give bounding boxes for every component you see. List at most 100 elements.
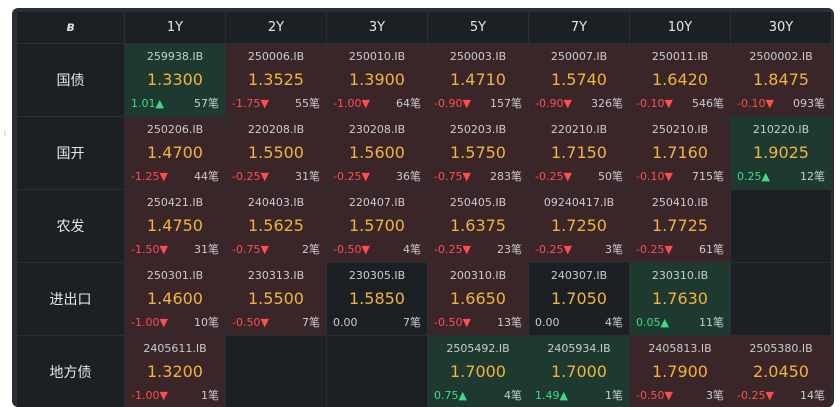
yield-value: 1.7000 [551, 362, 607, 381]
yield-value: 1.6420 [652, 70, 708, 89]
change-bp: -0.10▼ [737, 97, 774, 110]
quote-cell[interactable]: 2505380.IB 2.0450 -0.25▼ 14笔 [730, 335, 832, 407]
quote-footer: -0.75▼ 283笔 [434, 170, 522, 184]
quote-cell[interactable]: 250003.IB 1.4710 -0.90▼ 157笔 [427, 43, 529, 117]
trade-count: 31笔 [295, 170, 320, 183]
bond-code: 230310.IB [651, 269, 709, 282]
table-row: 地方债 2405611.IB 1.3200 -1.00▼ 1笔 2505492.IB 1.7… [16, 335, 832, 407]
change-bp: 0.00 [333, 316, 358, 329]
quote-footer: 0.25▲ 12笔 [737, 170, 825, 184]
quote-cell[interactable]: 259938.IB 1.3300 1.01▲ 57笔 [124, 43, 226, 117]
bond-code: 230305.IB [348, 269, 406, 282]
tenor-header-10y[interactable]: 10Y [629, 11, 731, 44]
quote-footer: -0.10▼ 715笔 [636, 170, 724, 184]
quote-cell[interactable]: 220208.IB 1.5500 -0.25▼ 31笔 [225, 116, 327, 190]
trade-count: 1笔 [605, 389, 623, 402]
quote-cell[interactable]: 250011.IB 1.6420 -0.10▼ 546笔 [629, 43, 731, 117]
trade-count: 326笔 [591, 97, 623, 110]
trade-count: 57笔 [194, 97, 219, 110]
tenor-header-1y[interactable]: 1Y [124, 11, 226, 44]
yield-value: 1.4600 [147, 289, 203, 308]
bond-code: 250006.IB [247, 50, 305, 63]
quote-cell[interactable]: 250301.IB 1.4600 -1.00▼ 10笔 [124, 262, 226, 336]
yield-value: 1.3300 [147, 70, 203, 89]
quote-cell[interactable]: 250210.IB 1.7160 -0.10▼ 715笔 [629, 116, 731, 190]
quote-cell[interactable]: 2505492.IB 1.7000 0.75▲ 4笔 [427, 335, 529, 407]
bond-code: 250301.IB [146, 269, 204, 282]
quote-cell[interactable]: 230208.IB 1.5600 -0.25▼ 36笔 [326, 116, 428, 190]
change-bp: -0.75▼ [232, 243, 269, 256]
trade-count: 093笔 [793, 97, 825, 110]
change-bp: 0.00 [535, 316, 560, 329]
change-bp: -1.00▼ [131, 316, 168, 329]
quote-cell[interactable]: 230313.IB 1.5500 -0.50▼ 7笔 [225, 262, 327, 336]
yield-value: 1.5700 [349, 216, 405, 235]
tenor-header-5y[interactable]: 5Y [427, 11, 529, 44]
trade-count: 4笔 [403, 243, 421, 256]
yield-value: 1.5740 [551, 70, 607, 89]
trade-count: 31笔 [194, 243, 219, 256]
quote-cell[interactable]: 230310.IB 1.7630 0.05▲ 11笔 [629, 262, 731, 336]
bond-code: 250203.IB [449, 123, 507, 136]
bond-code: 220208.IB [247, 123, 305, 136]
quote-cell[interactable]: 240403.IB 1.5625 -0.75▼ 2笔 [225, 189, 327, 263]
quote-cell[interactable]: 250203.IB 1.5750 -0.75▼ 283笔 [427, 116, 529, 190]
bond-code: 250010.IB [348, 50, 406, 63]
trade-count: 14笔 [800, 389, 825, 402]
quote-cell[interactable]: 2500002.IB 1.8475 -0.10▼ 093笔 [730, 43, 832, 117]
quote-cell[interactable]: 09240417.IB 1.7250 -0.25▼ 3笔 [528, 189, 630, 263]
quote-cell[interactable]: 220210.IB 1.7150 -0.25▼ 50笔 [528, 116, 630, 190]
yield-value: 1.7000 [450, 362, 506, 381]
bond-code: 2505380.IB [749, 342, 813, 355]
trade-count: 3笔 [605, 243, 623, 256]
tenor-header-2y[interactable]: 2Y [225, 11, 327, 44]
bond-code: 250405.IB [449, 196, 507, 209]
change-bp: -0.25▼ [636, 243, 673, 256]
yield-value: 1.8475 [753, 70, 809, 89]
quote-cell[interactable]: 250410.IB 1.7725 -0.25▼ 61笔 [629, 189, 731, 263]
trade-count: 3笔 [706, 389, 724, 402]
quote-cell[interactable]: 2405813.IB 1.7900 -0.50▼ 3笔 [629, 335, 731, 407]
quote-cell[interactable]: 2405934.IB 1.7000 1.49▲ 1笔 [528, 335, 630, 407]
quote-cell[interactable]: 220407.IB 1.5700 -0.50▼ 4笔 [326, 189, 428, 263]
bond-code: 2405813.IB [648, 342, 712, 355]
bond-yield-matrix-panel: ʙ 1Y 2Y 3Y 5Y 7Y 10Y 30Y 国债 259938.IB 1.3300 1.01… [12, 8, 834, 407]
trade-count: 55笔 [295, 97, 320, 110]
table-row: 进出口 250301.IB 1.4600 -1.00▼ 10笔 230313.IB 1.55… [16, 262, 832, 336]
change-bp: -1.75▼ [232, 97, 269, 110]
change-bp: 0.25▲ [737, 170, 770, 183]
quote-cell[interactable]: 250007.IB 1.5740 -0.90▼ 326笔 [528, 43, 630, 117]
row-label: 进出口 [16, 262, 125, 336]
tenor-header-30y[interactable]: 30Y [730, 11, 832, 44]
quote-cell[interactable]: 210220.IB 1.9025 0.25▲ 12笔 [730, 116, 832, 190]
change-bp: 0.05▲ [636, 316, 669, 329]
quote-footer: -0.90▼ 326笔 [535, 97, 623, 111]
quote-footer: -0.25▼ 50笔 [535, 170, 623, 184]
quote-footer: -0.50▼ 13笔 [434, 316, 522, 330]
quote-footer: -0.90▼ 157笔 [434, 97, 522, 111]
quote-cell[interactable]: 250206.IB 1.4700 -1.25▼ 44笔 [124, 116, 226, 190]
quote-cell[interactable]: 250006.IB 1.3525 -1.75▼ 55笔 [225, 43, 327, 117]
trade-count: 2笔 [302, 243, 320, 256]
bond-code: 210220.IB [752, 123, 810, 136]
row-label: 国债 [16, 43, 125, 117]
bond-code: 240307.IB [550, 269, 608, 282]
quote-cell[interactable]: 250010.IB 1.3900 -1.00▼ 64笔 [326, 43, 428, 117]
quote-cell[interactable]: 250405.IB 1.6375 -0.25▼ 23笔 [427, 189, 529, 263]
change-bp: -0.50▼ [636, 389, 673, 402]
quote-cell[interactable]: 250421.IB 1.4750 -1.50▼ 31笔 [124, 189, 226, 263]
change-bp: -0.75▼ [434, 170, 471, 183]
yield-value: 1.3200 [147, 362, 203, 381]
row-label: 农发 [16, 189, 125, 263]
quote-footer: -0.50▼ 7笔 [232, 316, 320, 330]
bond-code: 250210.IB [651, 123, 709, 136]
quote-cell[interactable]: 2405611.IB 1.3200 -1.00▼ 1笔 [124, 335, 226, 407]
trade-count: 283笔 [490, 170, 522, 183]
quote-cell[interactable]: 240307.IB 1.7050 0.00 4笔 [528, 262, 630, 336]
trade-count: 4笔 [504, 389, 522, 402]
quote-cell[interactable]: 200310.IB 1.6650 -0.50▼ 13笔 [427, 262, 529, 336]
quote-cell[interactable]: 230305.IB 1.5850 0.00 7笔 [326, 262, 428, 336]
tenor-header-7y[interactable]: 7Y [528, 11, 630, 44]
quote-footer: 0.00 7笔 [333, 316, 421, 330]
tenor-header-3y[interactable]: 3Y [326, 11, 428, 44]
